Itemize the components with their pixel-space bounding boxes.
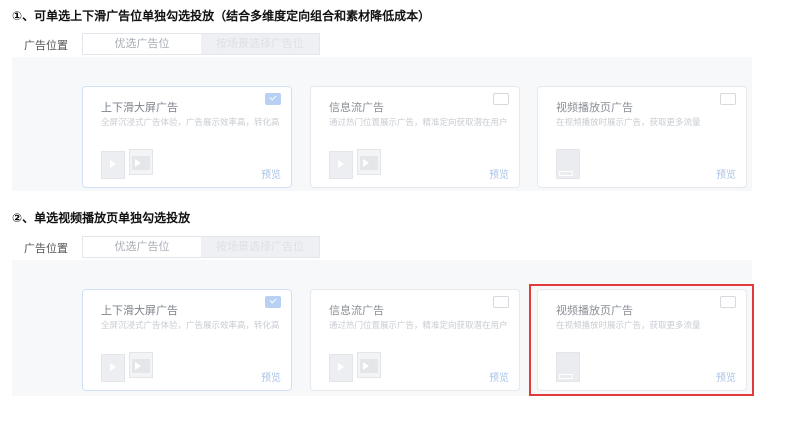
card-feed-ad[interactable]: 信息流广告 通过热门位置展示广告，精准定向获取潜在用户 预览 [310,86,520,188]
checkbox-checked-icon[interactable] [265,296,281,308]
card-title: 视频播放页广告 [556,101,633,114]
play-icon [110,160,116,168]
preview-link[interactable]: 预览 [261,369,281,384]
card-fullscreen-swipe-ad[interactable]: 上下滑大屏广告 全屏沉浸式广告体验，广告展示效率高，转化高 预览 [82,86,292,188]
play-icon [135,362,141,370]
card-description: 全屏沉浸式广告体验，广告展示效率高，转化高 [101,118,280,128]
highlight-box [529,284,754,396]
video-thumbnail-icon [129,149,153,175]
card-video-playback-ad[interactable]: 视频播放页广告 在视频播放时展示广告，获取更多流量 预览 [537,86,747,188]
video-thumbnail-icon [357,352,381,378]
preview-link[interactable]: 预览 [489,166,509,181]
position-row: 广告位置 优选广告位 按场景选择广告位 [12,234,752,260]
vertical-thumbnail-icon [101,354,125,382]
segment-optimized-placement[interactable]: 优选广告位 [83,237,201,257]
segment-optimized-placement[interactable]: 优选广告位 [83,34,201,54]
vertical-thumbnail-icon [101,151,125,179]
vertical-thumbnail-icon [329,354,353,382]
play-icon [338,160,344,168]
section-1-heading: ①、可单选上下滑广告位单独勾选投放（结合多维度定向组合和素材降低成本） [12,9,431,23]
checkbox-icon[interactable] [720,93,736,105]
position-segmented-control: 优选广告位 按场景选择广告位 [82,236,320,258]
segment-scene-placement[interactable]: 按场景选择广告位 [201,237,319,257]
section-2-heading: ②、单选视频播放页单独勾选投放 [12,211,191,225]
card-feed-ad[interactable]: 信息流广告 通过热门位置展示广告，精准定向获取潜在用户 预览 [310,289,520,391]
card-title: 信息流广告 [329,304,384,317]
section-1-panel: 广告位置 优选广告位 按场景选择广告位 上下滑大屏广告 全屏沉浸式广告体验，广告… [12,31,752,191]
card-description: 通过热门位置展示广告，精准定向获取潜在用户 [329,321,508,331]
play-icon [135,159,141,167]
preview-link[interactable]: 预览 [261,166,281,181]
card-title: 上下滑大屏广告 [101,101,178,114]
checkbox-icon[interactable] [493,93,509,105]
vertical-thumbnail-icon [329,151,353,179]
ad-position-label: 广告位置 [24,39,68,52]
play-icon [363,159,369,167]
mini-player-icon [559,171,573,176]
preview-link[interactable]: 预览 [716,166,736,181]
video-thumbnail-icon [129,352,153,378]
play-icon [338,363,344,371]
ad-position-label: 广告位置 [24,242,68,255]
card-description: 全屏沉浸式广告体验，广告展示效率高，转化高 [101,321,280,331]
play-icon [363,362,369,370]
card-title: 上下滑大屏广告 [101,304,178,317]
section-2-panel: 广告位置 优选广告位 按场景选择广告位 上下滑大屏广告 全屏沉浸式广告体验，广告… [12,234,754,396]
card-title: 信息流广告 [329,101,384,114]
playback-thumbnail-icon [556,149,580,179]
card-fullscreen-swipe-ad[interactable]: 上下滑大屏广告 全屏沉浸式广告体验，广告展示效率高，转化高 预览 [82,289,292,391]
play-icon [110,363,116,371]
checkbox-icon[interactable] [493,296,509,308]
position-row: 广告位置 优选广告位 按场景选择广告位 [12,31,752,57]
card-description: 通过热门位置展示广告，精准定向获取潜在用户 [329,118,508,128]
card-description: 在视频播放时展示广告，获取更多流量 [556,118,701,128]
position-segmented-control: 优选广告位 按场景选择广告位 [82,33,320,55]
preview-link[interactable]: 预览 [489,369,509,384]
segment-scene-placement[interactable]: 按场景选择广告位 [201,34,319,54]
video-thumbnail-icon [357,149,381,175]
checkbox-checked-icon[interactable] [265,93,281,105]
